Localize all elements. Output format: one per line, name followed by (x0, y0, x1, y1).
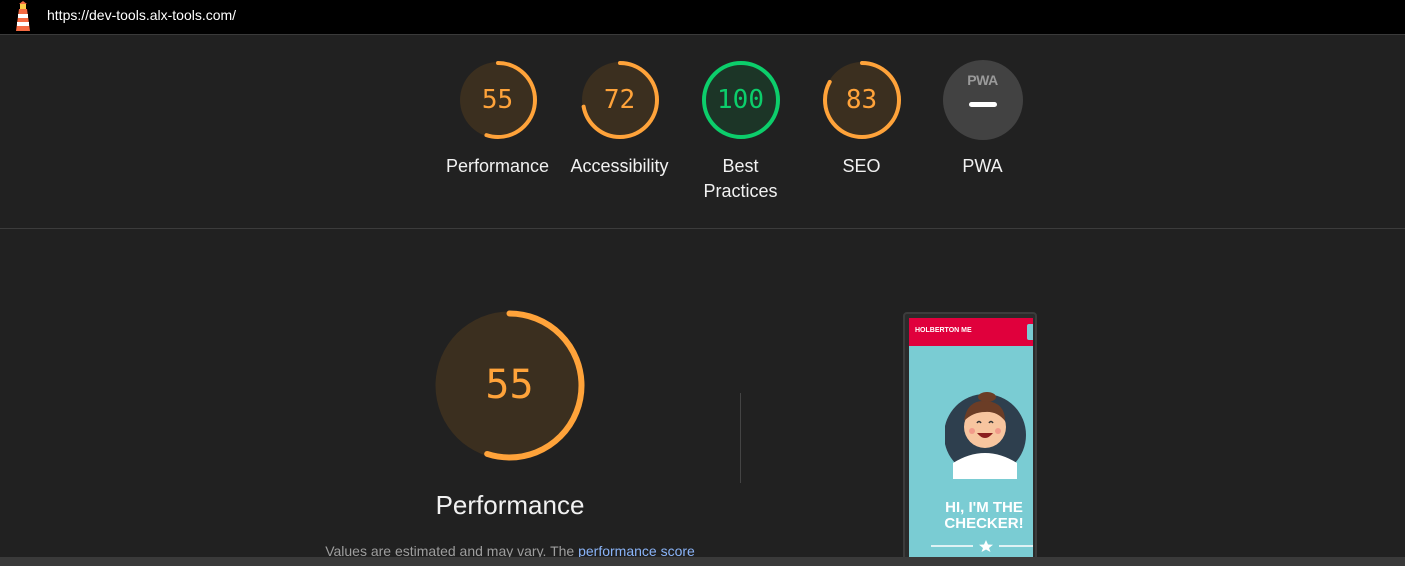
screenshot-hero: HI, I'M THE CHECKER! (929, 500, 1033, 532)
performance-score: 55 (485, 362, 534, 408)
hero-line-2: CHECKER! (944, 515, 1024, 532)
performance-big-gauge: 55 (432, 308, 587, 463)
gauge-score: 100 (717, 85, 764, 115)
avatar-illustration-icon (945, 392, 1026, 479)
gauge-ring: 100 (701, 60, 781, 140)
gauge-label: PWA (962, 156, 1003, 176)
gauge-label: Accessibility (570, 156, 669, 176)
hero-line-1: HI, I'M THE (945, 499, 1023, 516)
divider (0, 228, 1405, 229)
gauge-pwa[interactable]: PWA PWA (922, 60, 1043, 179)
star-icon (931, 540, 1033, 552)
divider (0, 34, 1405, 35)
gauge-label: SEO (842, 156, 881, 176)
gauge-performance[interactable]: 55 Performance (437, 60, 558, 179)
pwa-badge-icon: PWA (942, 60, 1023, 140)
vertical-divider (740, 393, 741, 483)
horizontal-scrollbar[interactable] (0, 557, 1405, 566)
gauge-score: 55 (481, 85, 514, 115)
gauge-best-practices[interactable]: 100 Best Practices (680, 60, 801, 204)
gauge-ring: 83 (822, 60, 902, 140)
gauge-score: 83 (845, 85, 878, 115)
report-header: https://dev-tools.alx-tools.com/ (0, 0, 1405, 34)
gauge-label: Best Practices (703, 156, 778, 201)
page-url[interactable]: https://dev-tools.alx-tools.com/ (47, 7, 236, 23)
screenshot-page: HOLBERTON ME HI, I'M THE CHECKER! (909, 318, 1033, 560)
final-screenshot[interactable]: HOLBERTON ME HI, I'M THE CHECKER! (903, 312, 1037, 562)
pwa-badge-text: PWA (967, 72, 998, 88)
gauge-ring: 72 (580, 60, 660, 140)
gauge-score: 72 (603, 85, 636, 115)
na-dash-icon (968, 102, 997, 107)
gauge-accessibility[interactable]: 72 Accessibility (559, 60, 680, 179)
menu-icon (1027, 324, 1033, 340)
performance-title: Performance (435, 490, 585, 520)
screenshot-header: HOLBERTON ME (909, 318, 1033, 346)
screenshot-brand: HOLBERTON ME (915, 327, 972, 334)
lighthouse-icon (16, 1, 30, 31)
gauge-label: Performance (445, 156, 550, 176)
gauge-seo[interactable]: 83 SEO (801, 60, 922, 179)
gauge-ring: 55 (458, 60, 538, 140)
